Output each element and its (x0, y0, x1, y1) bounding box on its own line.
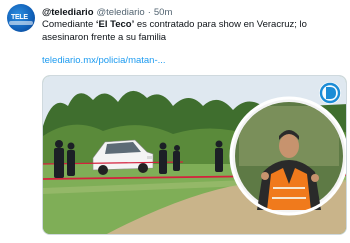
author-handle[interactable]: @telediario (97, 7, 145, 18)
crime-scene-photo (43, 76, 346, 234)
tweet-header: @telediario @telediario · 50m (42, 5, 172, 19)
avatar-wave-decoration (9, 21, 33, 25)
tweet-text-bold: ‘El Teco’ (95, 19, 135, 30)
author-avatar[interactable]: TELE (7, 4, 35, 32)
header-separator: · (147, 6, 151, 18)
tweet-media-image[interactable] (42, 75, 347, 235)
tweet[interactable]: TELE @telediario @telediario · 50m Comed… (0, 0, 350, 243)
d-logo-icon (319, 82, 341, 104)
tweet-link[interactable]: telediario.mx/policia/matan-... (42, 55, 166, 66)
tweet-timestamp[interactable]: 50m (154, 7, 172, 18)
tweet-text: Comediante ‘El Teco’ es contratado para … (42, 18, 342, 44)
author-display-name[interactable]: @telediario (42, 7, 94, 18)
telediario-logo-icon: TELE (11, 14, 28, 21)
tweet-text-part: Comediante (42, 19, 96, 30)
